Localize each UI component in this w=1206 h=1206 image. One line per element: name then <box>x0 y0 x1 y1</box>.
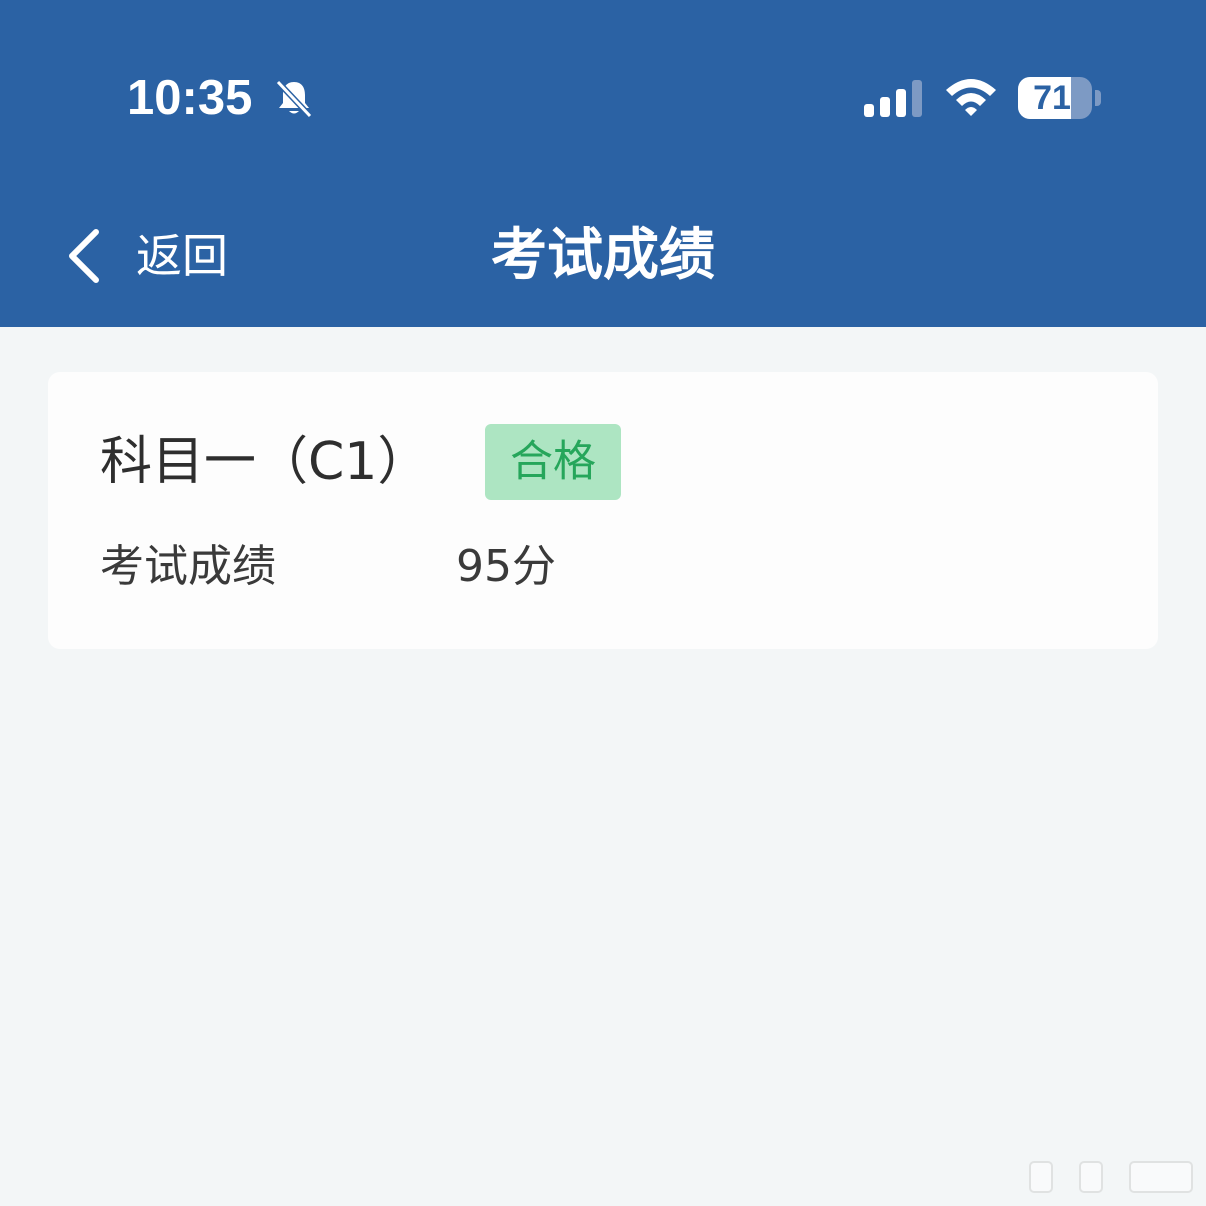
back-button[interactable]: 返回 <box>62 220 252 292</box>
status-badge: 合格 <box>485 424 621 500</box>
battery-cap <box>1095 90 1101 106</box>
subject-title: 科目一（C1） <box>100 432 430 492</box>
header-bar: 10:35 71 返回 考试成绩 <box>0 0 1206 327</box>
watermark-icon <box>1029 1161 1193 1193</box>
back-label: 返回 <box>136 229 228 283</box>
status-time: 10:35 <box>127 71 253 125</box>
score-label: 考试成绩 <box>100 541 276 592</box>
signal-icon <box>864 80 922 117</box>
exam-result-card: 科目一（C1） 合格 考试成绩 95分 <box>48 372 1158 649</box>
score-value: 95分 <box>456 541 556 592</box>
battery-icon: 71 <box>1018 77 1102 119</box>
battery-percentage: 71 <box>1033 79 1071 117</box>
page-title: 考试成绩 <box>491 223 715 288</box>
chevron-left-icon <box>69 229 99 283</box>
wifi-icon <box>946 79 996 116</box>
bell-slash-icon <box>275 79 313 119</box>
